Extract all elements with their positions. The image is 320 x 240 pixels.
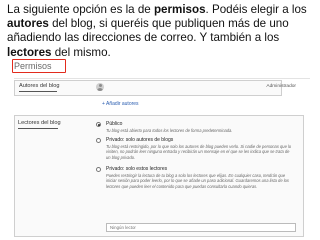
- radio-private-authors[interactable]: [96, 138, 101, 143]
- intro-bold-permisos: permisos: [153, 3, 206, 16]
- radio-public[interactable]: [96, 122, 101, 127]
- intro-text-3: del blog, si queréis que publiquen más d…: [7, 17, 289, 45]
- avatar-icon: [96, 83, 104, 91]
- option-public-label: Público: [106, 121, 123, 127]
- intro-bold-autores: autores: [7, 17, 49, 31]
- intro-text-4: del mismo.: [51, 45, 111, 59]
- readers-label: Lectores del blog: [18, 120, 61, 126]
- authors-label: Autores del blog: [19, 83, 60, 89]
- readers-input[interactable]: [106, 223, 296, 232]
- highlight-box: [12, 59, 66, 73]
- radio-private-readers[interactable]: [96, 167, 101, 172]
- admin-label: Administrador: [266, 84, 296, 89]
- option-public-description: Tu blog está abierto para todos los lect…: [106, 128, 233, 133]
- intro-text-1: La siguiente opción es la de: [7, 3, 154, 16]
- authors-underline: [19, 91, 57, 92]
- option-private-authors-label: Privado: solo autores de blogs: [106, 137, 174, 143]
- author-row: Administrador: [96, 83, 306, 93]
- readers-underline: [18, 128, 58, 129]
- divider: [14, 78, 310, 79]
- add-authors-link[interactable]: + Añadir autores: [102, 101, 139, 107]
- intro-bold-lectores: lectores: [7, 45, 52, 59]
- intro-text-2: . Podéis elegir a los: [205, 3, 307, 16]
- option-private-authors-description: Tu blog está restringido, por lo que sol…: [106, 144, 292, 160]
- option-private-readers-description: Puedes restringir la lectura de tu blog …: [106, 173, 289, 189]
- option-private-readers-label: Privado: solo estos lectores: [106, 166, 168, 172]
- settings-screenshot: Permisos Autores del blog Administrador …: [6, 58, 314, 240]
- intro-paragraph: La siguiente opción es la de permisos. P…: [7, 3, 315, 60]
